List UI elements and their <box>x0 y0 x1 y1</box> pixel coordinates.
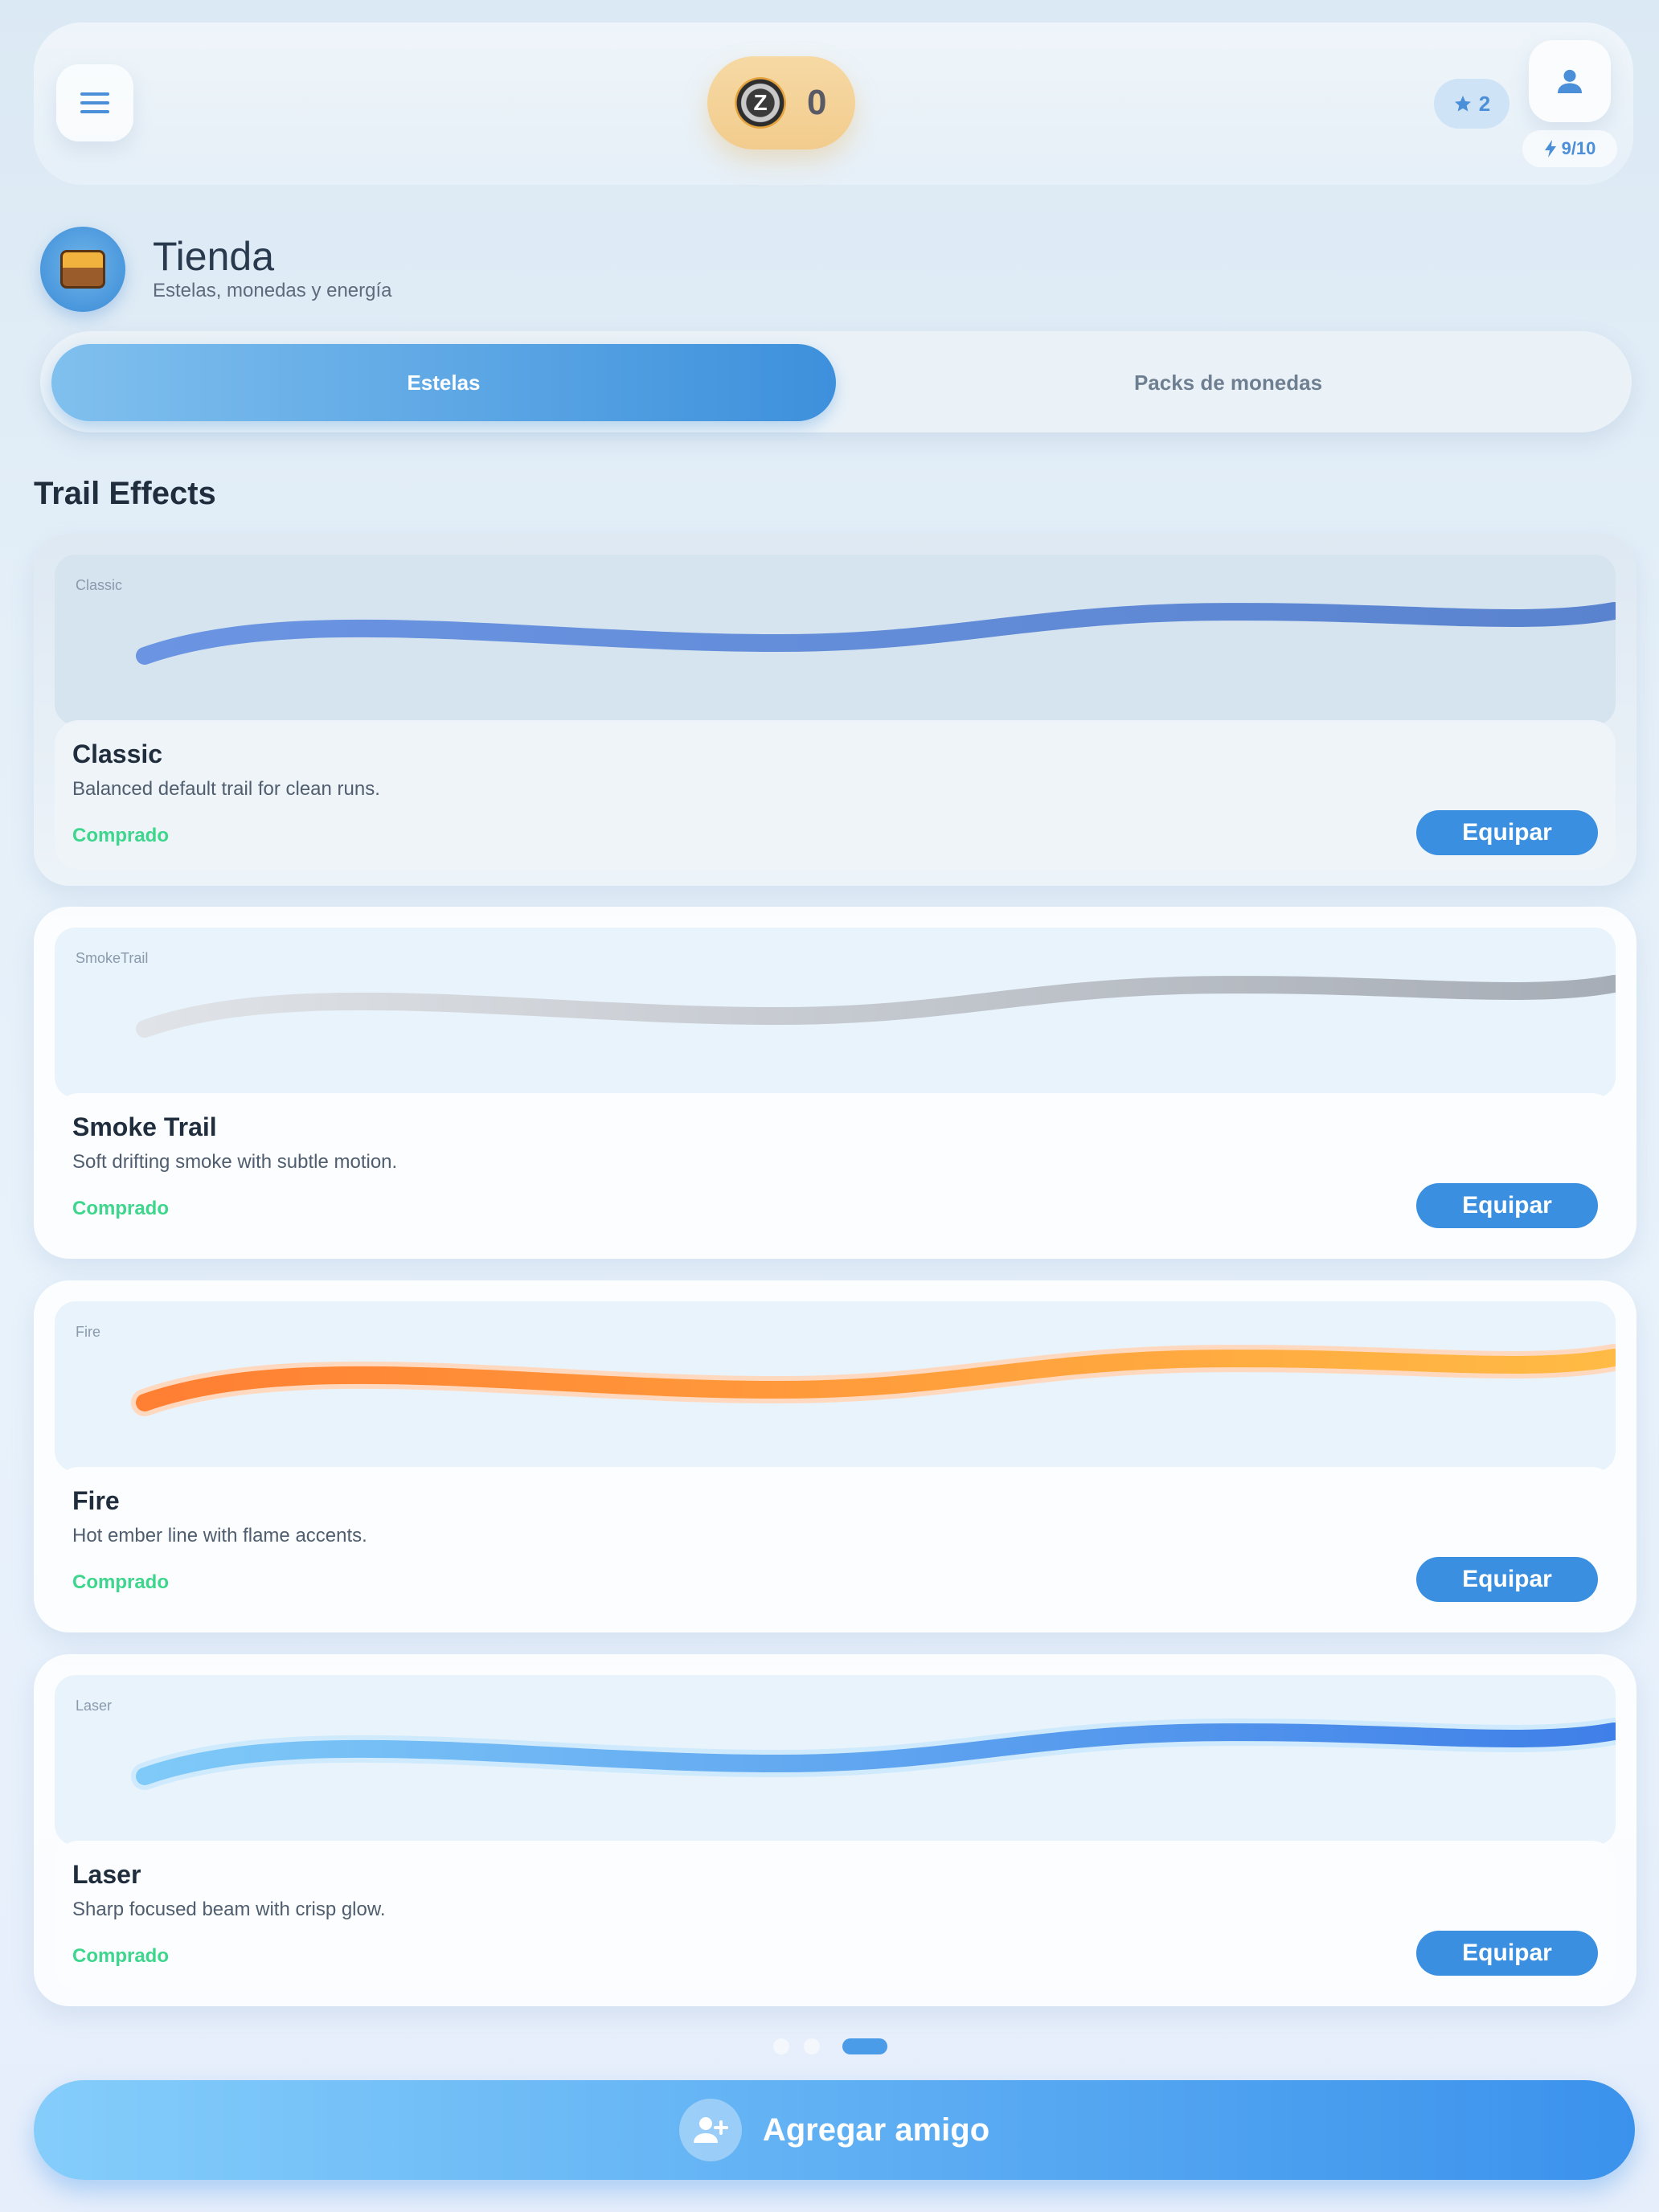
trail-card-smoke-trail: SmokeTrail Smoke Trail Soft drifting smo… <box>34 907 1636 1259</box>
item-name: Laser <box>72 1860 141 1889</box>
profile-button[interactable] <box>1529 40 1611 122</box>
equip-button[interactable]: Equipar <box>1416 1557 1598 1602</box>
item-description: Balanced default trail for clean runs. <box>72 778 380 800</box>
tab-packs-de-monedas[interactable]: Packs de monedas <box>836 344 1620 421</box>
section-title: Trail Effects <box>34 476 216 511</box>
trail-preview: SmokeTrail <box>55 928 1616 1098</box>
pager-dot[interactable] <box>804 2038 820 2054</box>
menu-button[interactable] <box>56 64 133 141</box>
trail-info: Fire Hot ember line with flame accents. … <box>55 1467 1616 1616</box>
purchased-status: Comprado <box>72 1198 169 1219</box>
coin-icon: Z <box>735 77 786 129</box>
item-description: Soft drifting smoke with subtle motion. <box>72 1151 398 1173</box>
item-name: Fire <box>72 1486 120 1515</box>
trail-card-fire: Fire Fire Hot ember line with flame acce… <box>34 1280 1636 1632</box>
equip-button[interactable]: Equipar <box>1416 1183 1598 1228</box>
energy-badge: 9/10 <box>1522 130 1617 167</box>
trail-stroke <box>136 602 1616 665</box>
coin-count: 0 <box>807 83 827 122</box>
item-name: Classic <box>72 739 163 768</box>
add-friend-button[interactable]: Agregar amigo <box>34 2080 1635 2180</box>
trail-preview: Laser <box>55 1675 1616 1845</box>
treasure-chest-icon <box>60 250 105 289</box>
trail-card-laser: Laser Laser Sharp focused beam with cris… <box>34 1654 1636 2006</box>
trail-preview: Fire <box>55 1301 1616 1472</box>
trail-info: Laser Sharp focused beam with crisp glow… <box>55 1841 1616 1990</box>
pager-dot[interactable] <box>773 2038 789 2054</box>
app-frame: Z 0 2 9/10 Tienda Estelas, monedas y ene… <box>3 0 1656 2212</box>
trail-info: Smoke Trail Soft drifting smoke with sub… <box>55 1093 1616 1243</box>
item-name: Smoke Trail <box>72 1112 217 1141</box>
trail-line <box>136 975 1616 1038</box>
page-subtitle: Estelas, monedas y energía <box>153 280 392 301</box>
trail-preview: Classic <box>55 555 1616 725</box>
tab-estelas[interactable]: Estelas <box>51 344 836 421</box>
energy-count: 9/10 <box>1561 138 1596 158</box>
coin-balance[interactable]: Z 0 <box>707 56 855 150</box>
user-icon <box>1558 69 1582 93</box>
trail-card-classic: Classic Classic Balanced default trail f… <box>34 534 1636 886</box>
page-title: Tienda <box>153 234 275 279</box>
purchased-status: Comprado <box>72 825 169 846</box>
star-badge[interactable]: 2 <box>1434 79 1509 129</box>
star-icon <box>1454 96 1471 112</box>
equip-button[interactable]: Equipar <box>1416 1931 1598 1976</box>
add-user-icon <box>678 2099 742 2161</box>
purchased-status: Comprado <box>72 1945 169 1967</box>
add-friend-label: Agregar amigo <box>762 2112 990 2148</box>
trail-stroke <box>131 1718 1616 1790</box>
star-count: 2 <box>1478 91 1491 116</box>
item-description: Hot ember line with flame accents. <box>72 1525 367 1546</box>
item-description: Sharp focused beam with crisp glow. <box>72 1899 386 1920</box>
lightning-icon <box>1544 140 1556 158</box>
trail-line <box>136 602 1616 665</box>
hamburger-icon <box>80 92 109 113</box>
trail-info: Classic Balanced default trail for clean… <box>55 720 1616 870</box>
equip-button[interactable]: Equipar <box>1416 810 1598 855</box>
purchased-status: Comprado <box>72 1571 169 1593</box>
pager-dot-active[interactable] <box>842 2038 887 2054</box>
trail-stroke <box>131 1344 1616 1416</box>
shop-logo <box>40 227 125 312</box>
trail-stroke <box>136 975 1616 1038</box>
shop-tabs: Estelas Packs de monedas <box>40 331 1632 432</box>
